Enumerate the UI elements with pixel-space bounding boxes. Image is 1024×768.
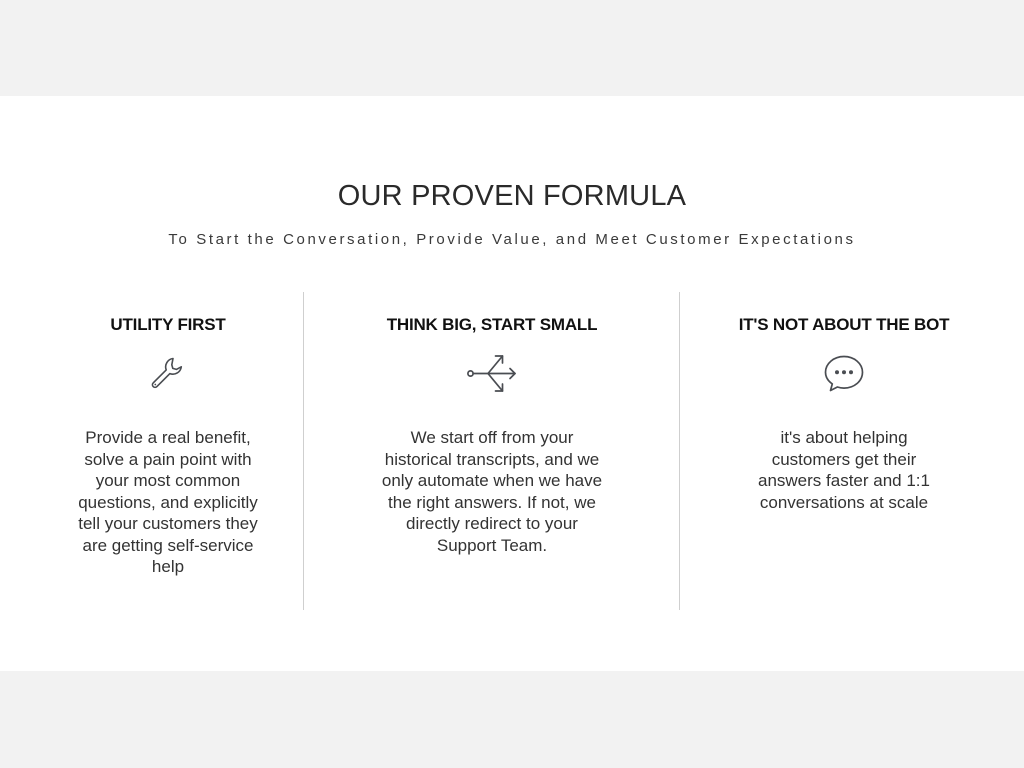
section-subtitle: To Start the Conversation, Provide Value… [168, 231, 856, 248]
chat-bubble-icon [818, 352, 870, 396]
feature-not-about-bot: IT'S NOT ABOUT THE BOT it's about helpin… [680, 292, 1008, 610]
wrench-icon [142, 352, 194, 396]
proven-formula-section: OUR PROVEN FORMULA To Start the Conversa… [0, 96, 1024, 671]
feature-think-big: THINK BIG, START SMALL We start off from… [304, 292, 680, 610]
branch-arrows-icon [466, 352, 518, 396]
feature-utility-first: UTILITY FIRST Provide a real benefit, so… [40, 292, 296, 610]
feature-description: it's about helping customers get their a… [758, 428, 930, 512]
top-band [0, 0, 1024, 96]
feature-description: Provide a real benefit, solve a pain poi… [78, 428, 258, 576]
feature-description: We start off from your historical transc… [381, 428, 603, 555]
bottom-band [0, 671, 1024, 768]
feature-heading: THINK BIG, START SMALL [386, 315, 598, 334]
section-title: OUR PROVEN FORMULA [337, 180, 687, 212]
feature-heading: IT'S NOT ABOUT THE BOT [738, 315, 950, 334]
feature-heading: UTILITY FIRST [110, 315, 226, 334]
